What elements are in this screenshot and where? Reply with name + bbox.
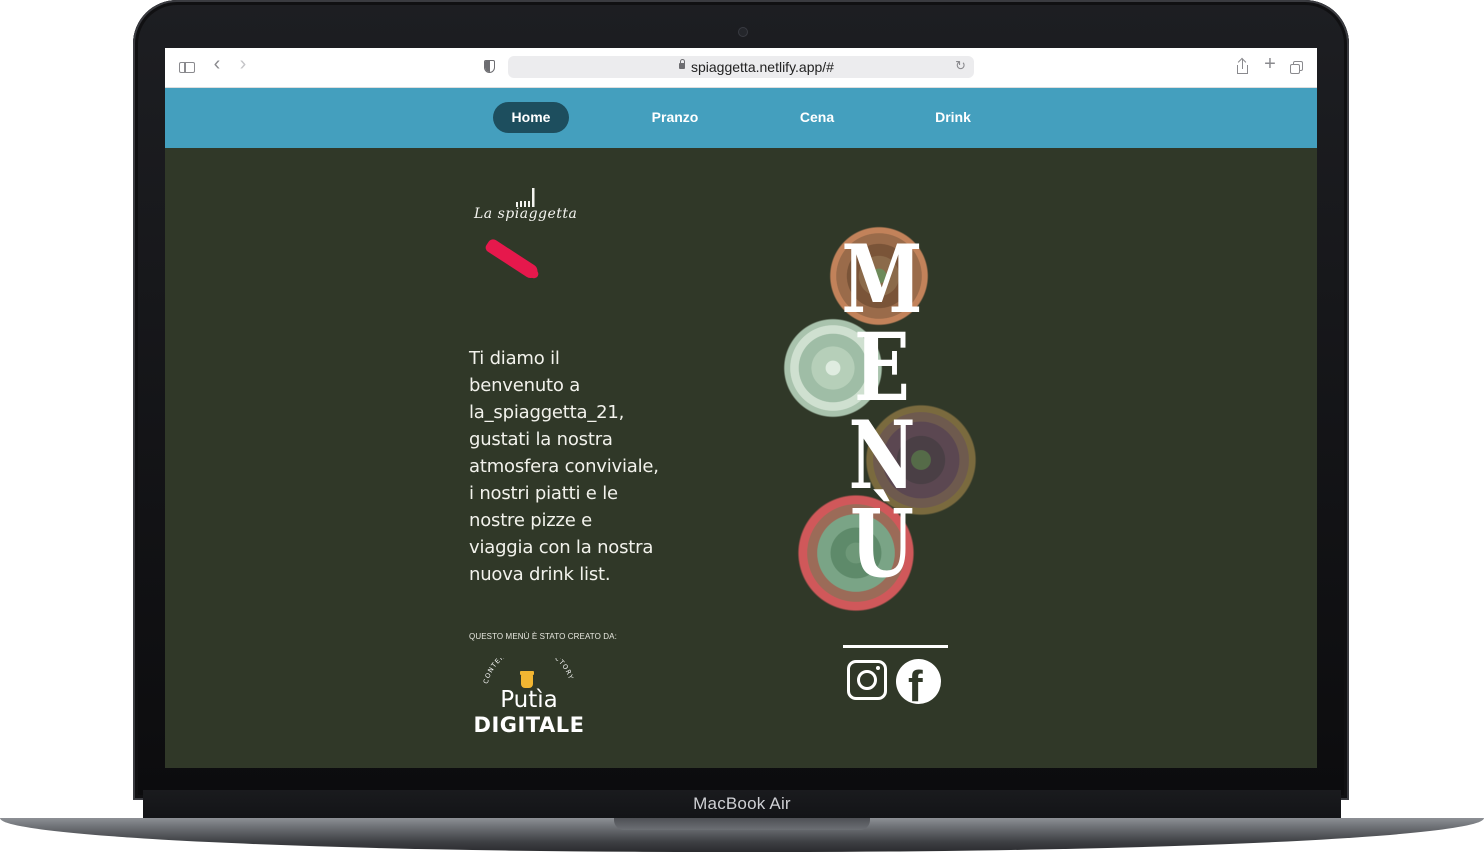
screen: ‹ › spiaggetta.netlify.app/# ↻ + Home Pr…	[165, 48, 1317, 768]
welcome-text: Ti diamo il benvenuto a la_spiaggetta_21…	[469, 348, 659, 585]
device-label: MacBook Air	[693, 794, 791, 813]
instagram-icon[interactable]	[847, 660, 887, 700]
menu-letter: Ù	[850, 489, 914, 599]
brush-stroke	[483, 237, 541, 281]
tab-overview-icon[interactable]	[1289, 59, 1305, 75]
brand-logo-text: La spiaggetta	[474, 206, 578, 222]
divider	[843, 645, 948, 648]
url-text: spiaggetta.netlify.app/#	[691, 59, 834, 75]
jar-icon	[520, 671, 534, 688]
browser-toolbar: ‹ › spiaggetta.netlify.app/# ↻ +	[165, 48, 1317, 88]
laptop-chin: MacBook Air	[143, 790, 1341, 820]
nav-cena[interactable]: Cena	[779, 102, 855, 133]
logo-bars-icon	[516, 188, 535, 207]
laptop-notch	[614, 818, 870, 830]
menu-letter: N	[848, 401, 916, 511]
back-icon[interactable]: ‹	[209, 54, 225, 74]
facebook-icon[interactable]: f	[896, 659, 941, 704]
menu-artwork: M E N Ù	[779, 226, 979, 616]
new-tab-icon[interactable]: +	[1262, 54, 1278, 74]
credit-label: QUESTO MENÙ È STATO CREATO DA:	[469, 632, 617, 641]
address-bar[interactable]: spiaggetta.netlify.app/# ↻	[508, 56, 974, 78]
menu-letter: M	[841, 225, 923, 335]
nav-pranzo[interactable]: Pranzo	[637, 102, 713, 133]
digitale-word: DIGITALE	[473, 713, 585, 737]
nav-drink[interactable]: Drink	[915, 102, 991, 133]
forward-icon[interactable]: ›	[235, 54, 251, 74]
sidebar-toggle-icon[interactable]	[179, 62, 195, 73]
share-icon[interactable]	[1235, 57, 1251, 75]
brand-logo: La spiaggetta	[472, 186, 582, 230]
menu-letter: E	[854, 313, 910, 423]
menu-title: M E N Ù	[827, 225, 937, 599]
site-nav: Home Pranzo Cena Drink	[165, 88, 1317, 148]
privacy-shield-icon[interactable]	[484, 60, 495, 73]
camera-dot	[738, 27, 748, 37]
reload-icon[interactable]: ↻	[955, 58, 966, 74]
putia-digitale-logo[interactable]: CONTENT DESIGN FACTORY Putìa DIGITALE	[469, 658, 589, 738]
lock-icon	[679, 59, 685, 69]
putia-word: Putìa	[500, 687, 558, 713]
nav-home[interactable]: Home	[493, 102, 569, 133]
